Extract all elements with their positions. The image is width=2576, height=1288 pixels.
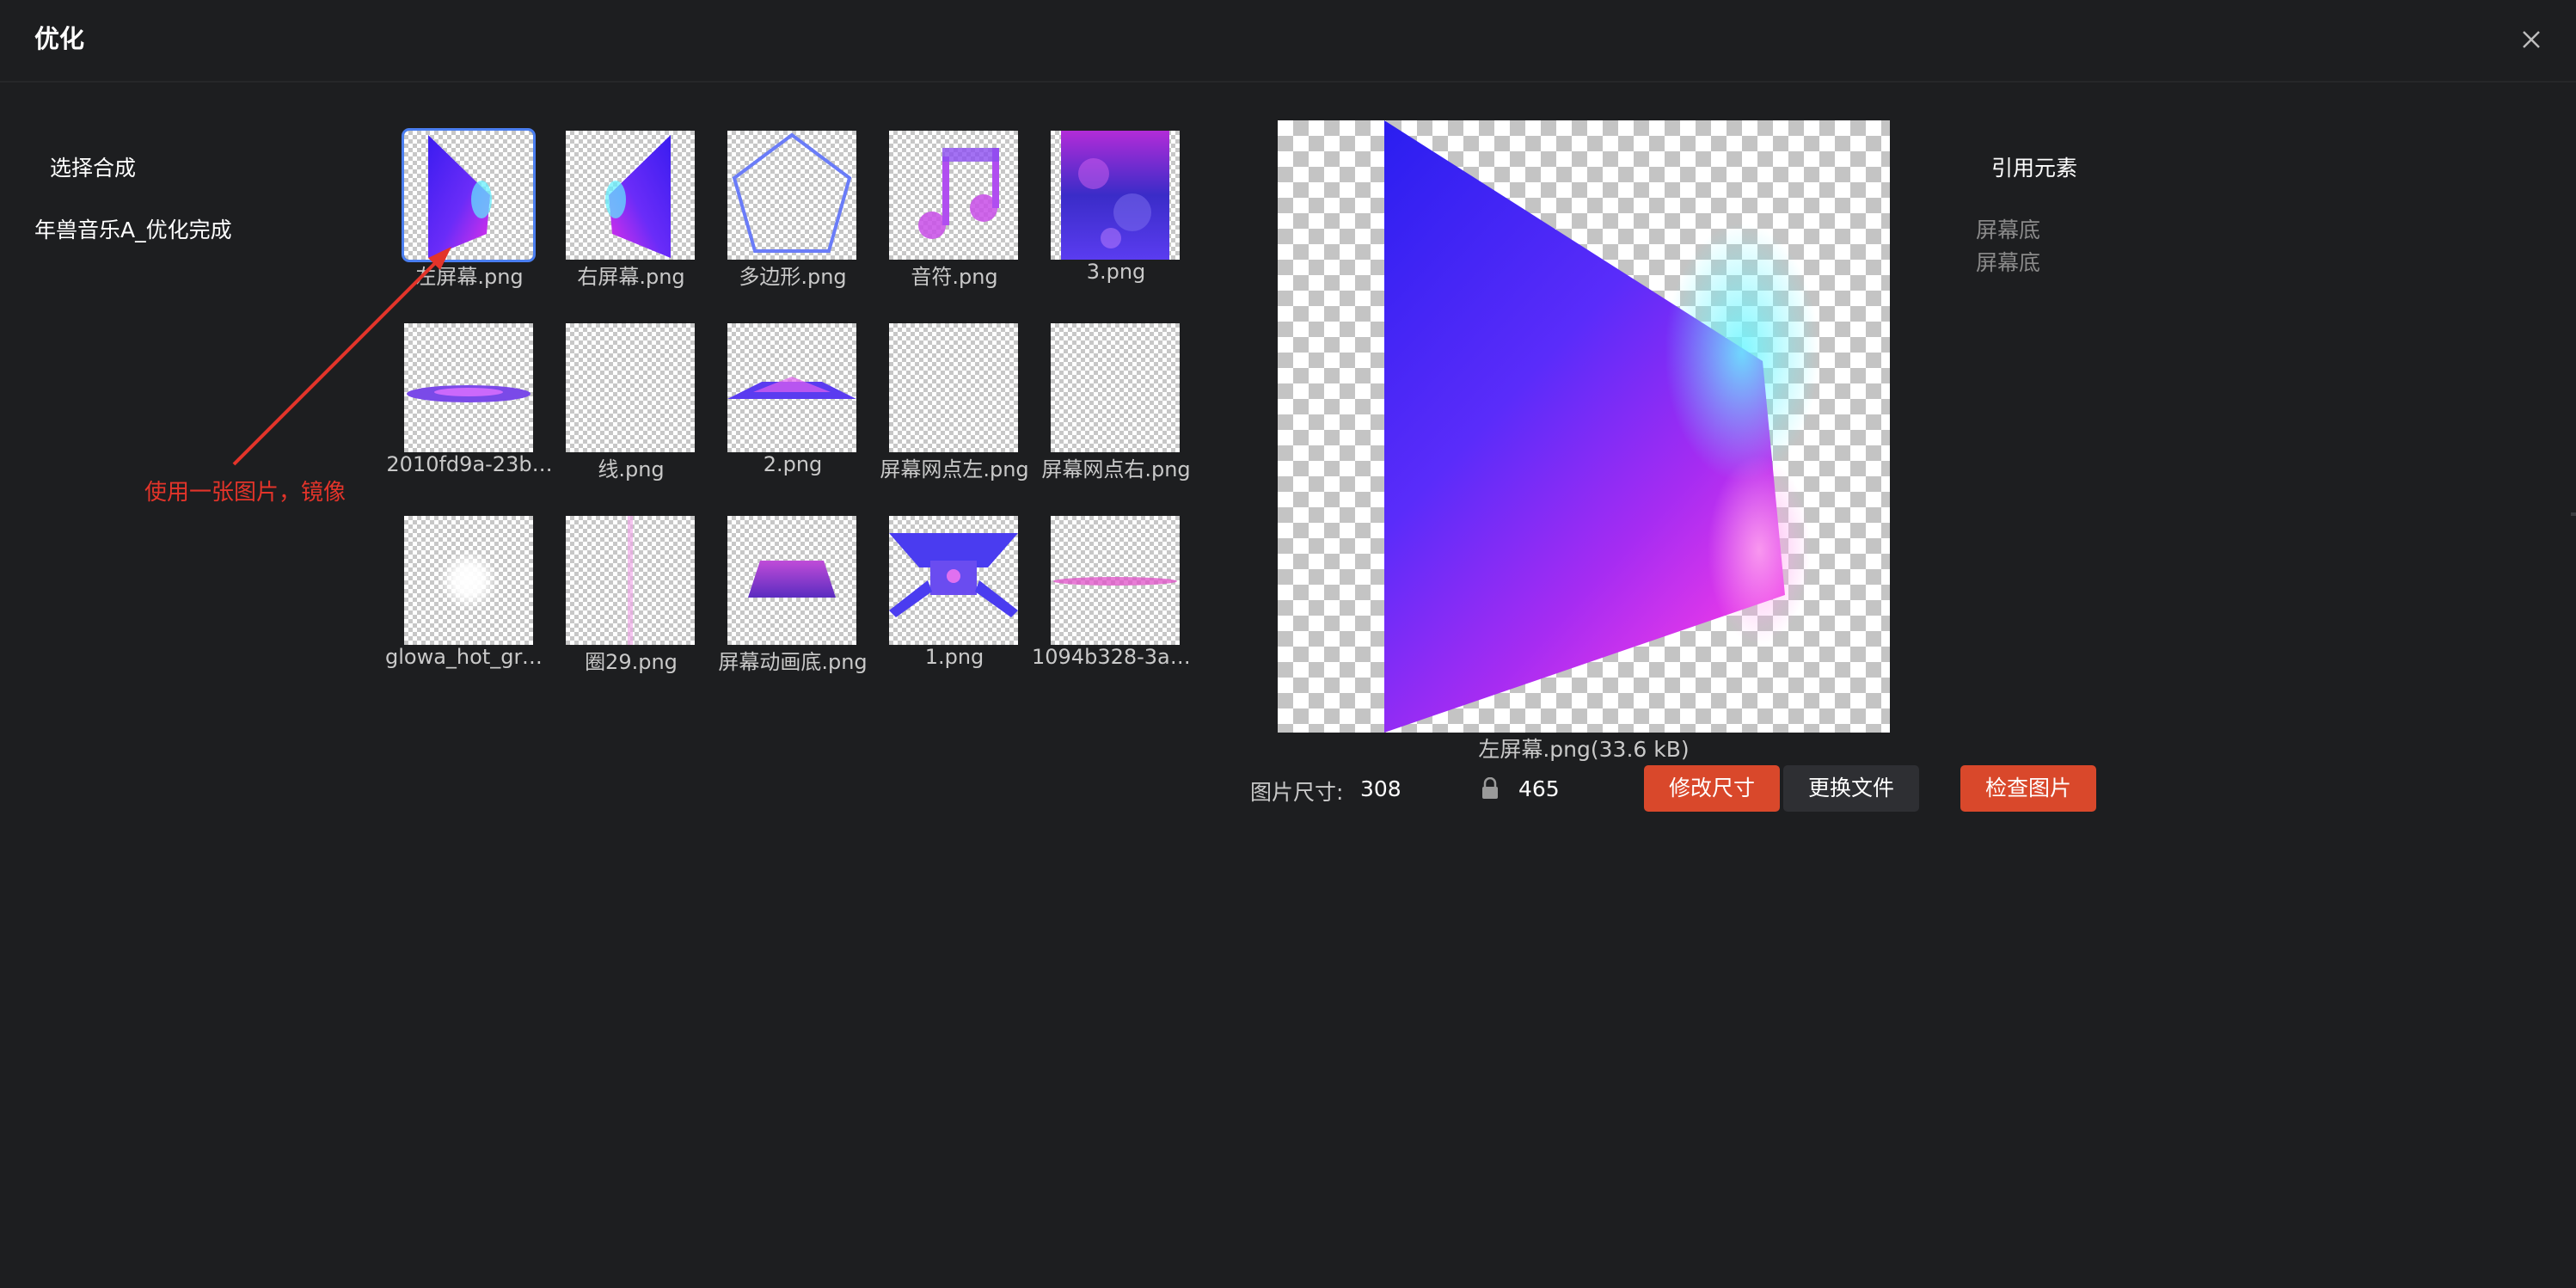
asset-thumb-3[interactable] [1051, 131, 1180, 260]
title-bar: 优化 [0, 0, 2576, 83]
asset-caption: 多边形.png [739, 265, 847, 289]
image-preview [1278, 120, 1890, 733]
composition-item[interactable]: 年兽音乐A_优化完成 [34, 213, 232, 244]
height-input[interactable] [1508, 767, 1646, 810]
asset-caption: 2.png [763, 452, 823, 476]
asset-caption: 线.png [598, 457, 665, 481]
check-image-button[interactable]: 检查图片 [1960, 765, 2096, 812]
asset-thumb-right-screen[interactable] [566, 131, 695, 260]
resize-button[interactable]: 修改尺寸 [1644, 765, 1780, 812]
referenced-element-item[interactable]: 屏幕底 [1976, 213, 2040, 244]
asset-caption: 屏幕网点右.png [1041, 457, 1191, 481]
asset-caption: 2010fd9a-23b… [386, 452, 553, 476]
asset-caption: 屏幕动画底.png [718, 650, 868, 674]
asset-thumb-polygon[interactable] [727, 131, 856, 260]
image-size-label: 图片尺寸: [1250, 780, 1344, 805]
asset-thumb-2[interactable] [727, 323, 856, 452]
asset-thumb-left-screen[interactable] [402, 128, 536, 262]
asset-caption: 3.png [1086, 260, 1146, 284]
lock-icon[interactable] [1481, 776, 1500, 800]
asset-thumb-screen-dots-left[interactable] [889, 323, 1018, 452]
edge-marker [2571, 512, 2576, 516]
asset-thumb-screen-anim-base[interactable] [727, 516, 856, 645]
optimize-dialog: 优化 选择合成 年兽音乐A_优化完成 左屏幕.png 右屏幕.png 多边形.p… [0, 0, 2576, 1288]
asset-thumb-line[interactable] [566, 323, 695, 452]
asset-caption: 左屏幕.png [415, 265, 524, 289]
asset-caption: 1094b328-3ad… [1032, 645, 1200, 669]
asset-thumb-1094b328[interactable] [1051, 516, 1180, 645]
asset-thumb-note[interactable] [889, 131, 1018, 260]
asset-thumb-screen-dots-right[interactable] [1051, 323, 1180, 452]
asset-caption: 右屏幕.png [577, 265, 685, 289]
asset-caption: 1.png [924, 645, 984, 669]
preview-caption: 左屏幕.png(33.6 kB) [1478, 737, 1690, 762]
close-icon[interactable] [2514, 22, 2548, 57]
referenced-element-item[interactable]: 屏幕底 [1976, 246, 2040, 277]
asset-thumb-2010fd9a[interactable] [404, 323, 533, 452]
asset-caption: glowa_hot_gre… [385, 645, 554, 669]
asset-caption: 屏幕网点左.png [880, 457, 1029, 481]
annotation-text: 使用一张图片，镜像 [144, 480, 347, 506]
asset-thumb-1[interactable] [889, 516, 1018, 645]
asset-caption: 圈29.png [585, 650, 678, 674]
width-input[interactable] [1350, 767, 1487, 810]
replace-file-button[interactable]: 更换文件 [1783, 765, 1919, 812]
select-composition-label: 选择合成 [50, 156, 137, 181]
referenced-elements-title: 引用元素 [1991, 156, 2078, 181]
dialog-title: 优化 [34, 24, 85, 53]
asset-thumb-circle29[interactable] [566, 516, 695, 645]
asset-thumb-glow[interactable] [404, 516, 533, 645]
asset-caption: 音符.png [911, 265, 998, 289]
